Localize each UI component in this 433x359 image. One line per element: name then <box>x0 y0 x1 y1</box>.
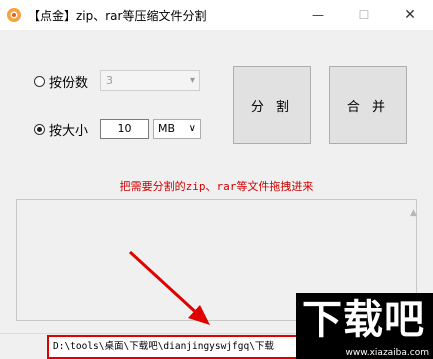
watermark-url: www.xiazaiba.com <box>345 348 429 358</box>
watermark-text: 下载吧 <box>302 297 425 343</box>
watermark-logo: 下载吧 www.xiazaiba.com <box>296 293 433 359</box>
